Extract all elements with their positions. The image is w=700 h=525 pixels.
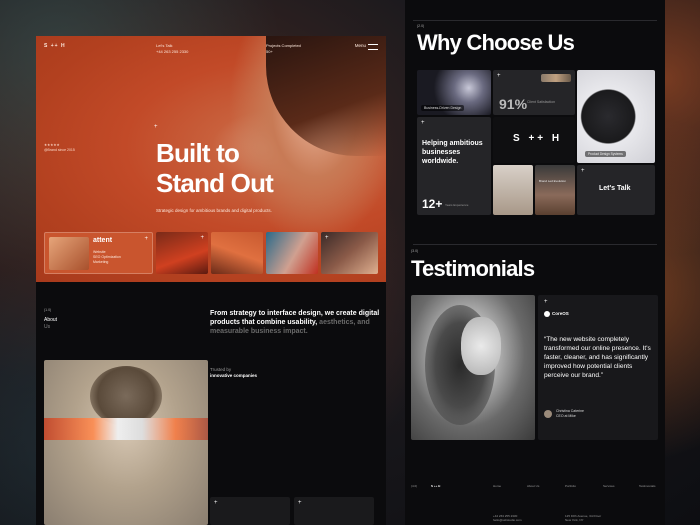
divider (413, 20, 657, 21)
portfolio-thumbnails: attent Website SEO Optimization Marketin… (44, 232, 378, 274)
plus-icon: + (581, 168, 585, 174)
footer-nav-home[interactable]: Home (493, 484, 501, 488)
plus-icon: + (325, 235, 329, 241)
project-thumbnail[interactable]: + (156, 232, 208, 274)
plus-icon: + (200, 235, 204, 241)
attent-tags: Website SEO Optimization Marketing (93, 250, 121, 265)
feature-tile-brand: Brand Led Evolution (535, 165, 575, 215)
testimonials-title: Testimonials (411, 256, 535, 281)
testimonial-portrait (411, 295, 535, 440)
client-brand: CoreOS (544, 311, 569, 317)
project-thumbnail[interactable] (266, 232, 318, 274)
feature-tile-headline: + Helping ambitious businesses worldwide… (417, 117, 491, 215)
features-grid: Business-Driven Design + 91% Client Sati… (417, 70, 655, 215)
author-role: CEO at Mike (555, 414, 576, 418)
project-thumbnail[interactable] (211, 232, 263, 274)
tile-tag: Product Design Systems (585, 151, 626, 157)
projects-completed: Projects Completed 50+ (266, 43, 301, 55)
project-card-attent[interactable]: attent Website SEO Optimization Marketin… (44, 232, 153, 274)
project-thumbnail[interactable]: + (321, 232, 378, 274)
rating-text: @Brand since 2015 (44, 148, 75, 152)
vr-headset-band (44, 418, 208, 440)
footer-logo[interactable]: S ++ H (431, 484, 440, 488)
footer-nav-services[interactable]: Services (603, 484, 615, 488)
plus-icon: + (421, 120, 425, 126)
testimonial-author: Christina Caterine CEO at Mike (544, 409, 584, 419)
lets-talk-tile[interactable]: + Let's Talk (577, 165, 655, 215)
plus-icon: + (144, 236, 148, 242)
about-subtitle: Us (44, 324, 51, 330)
hero-title-line-2: Stand Out (156, 168, 274, 198)
lets-talk-phone: +44 263 255 2330 (156, 49, 189, 54)
section-number: (2.0) (417, 24, 425, 28)
trusted-by: Trusted by innovative companies (210, 367, 257, 379)
section-number: (1.0) (44, 308, 52, 312)
about-heading: About Us (44, 317, 57, 331)
satisfaction-value: 91% (499, 96, 528, 112)
plus-icon: + (544, 299, 548, 305)
menu-button[interactable]: Menu (355, 43, 366, 48)
plus-icon: + (298, 500, 302, 506)
address-line: New York, NY (565, 518, 584, 522)
footer-address: 125 Fifth Avenue, 3rd Floor New York, NY (565, 514, 601, 522)
section-number: (3.0) (411, 249, 419, 253)
section-number: (4.0) (411, 484, 418, 488)
tile-tag: Business-Driven Design (421, 105, 465, 111)
client-logo-box: + (294, 497, 374, 525)
feature-tile-satisfaction: + 91% Client Satisfaction (493, 70, 575, 115)
footer-nav-about[interactable]: About Us (527, 484, 539, 488)
why-choose-us-title: Why Choose Us (417, 30, 575, 55)
hero-title: Built to Stand Out (156, 138, 274, 198)
client-brand-name: CoreOS (552, 311, 569, 317)
plus-icon: + (154, 124, 158, 130)
client-logo-box: + (210, 497, 290, 525)
divider (413, 244, 657, 245)
vr-headset-image (44, 360, 208, 525)
attent-product-image (49, 237, 89, 270)
client-avatars (541, 74, 571, 82)
feature-tile-logo: S ++ H (493, 117, 575, 163)
plus-icon: + (497, 73, 501, 79)
footer-nav-portfolio[interactable]: Portfolio (565, 484, 576, 488)
coreos-logo-icon (544, 311, 550, 317)
tile-tag: Brand Led Evolution (539, 179, 567, 183)
testimonial-card: + CoreOS “The new website completely tra… (538, 295, 658, 440)
tag-item: Marketing (93, 260, 109, 264)
brand-logo[interactable]: S ++ H (44, 43, 66, 49)
feature-tile-robot: Product Design Systems (577, 70, 655, 163)
homepage-preview-panel: S ++ H Let's Talk +44 263 255 2330 Proje… (36, 36, 386, 525)
lets-talk-link[interactable]: Let's Talk +44 263 255 2330 (156, 43, 188, 55)
hamburger-icon[interactable] (368, 44, 378, 50)
lets-talk-label: Let's Talk (599, 185, 631, 192)
footer-contact: +44 263 255 2330 hello@sshstudio.com (493, 514, 522, 522)
portrait-face (461, 317, 501, 375)
footer-nav-testimonials[interactable]: Testimonials (639, 484, 656, 488)
author-avatar (544, 410, 552, 418)
footer: (4.0) S ++ H Home About Us Portfolio Ser… (411, 484, 659, 524)
rating-badge: ★★★★★ @Brand since 2015 (44, 143, 75, 153)
brand-logo: S ++ H (513, 133, 563, 144)
tile-headline: Helping ambitious businesses worldwide. (422, 140, 483, 165)
subpage-preview-panel: (2.0) Why Choose Us Business-Driven Desi… (405, 0, 665, 525)
hero-subtitle: Strategic design for ambitious brands an… (156, 208, 272, 213)
client-logo-boxes: + + (210, 497, 376, 525)
years-value: 12+ (422, 197, 443, 211)
hero-section: S ++ H Let's Talk +44 263 255 2330 Proje… (36, 36, 386, 282)
vr-hair (90, 366, 162, 426)
feature-tile-portrait (493, 165, 533, 215)
testimonial-quote: “The new website completely transformed … (544, 336, 651, 379)
satisfaction-label: Client Satisfaction (527, 100, 556, 104)
hero-title-line-1: Built to (156, 138, 240, 168)
attent-logo: attent (93, 237, 113, 244)
projects-value: 50+ (266, 49, 273, 54)
about-statement: From strategy to interface design, we cr… (210, 309, 380, 336)
plus-icon: + (214, 500, 218, 506)
trusted-value: innovative companies (210, 373, 258, 378)
top-navigation: S ++ H Let's Talk +44 263 255 2330 Proje… (44, 43, 378, 55)
about-title: About (44, 317, 58, 323)
years-label: Years Experience (445, 203, 469, 207)
footer-email[interactable]: hello@sshstudio.com (493, 518, 522, 522)
feature-tile-business-design: Business-Driven Design (417, 70, 491, 115)
